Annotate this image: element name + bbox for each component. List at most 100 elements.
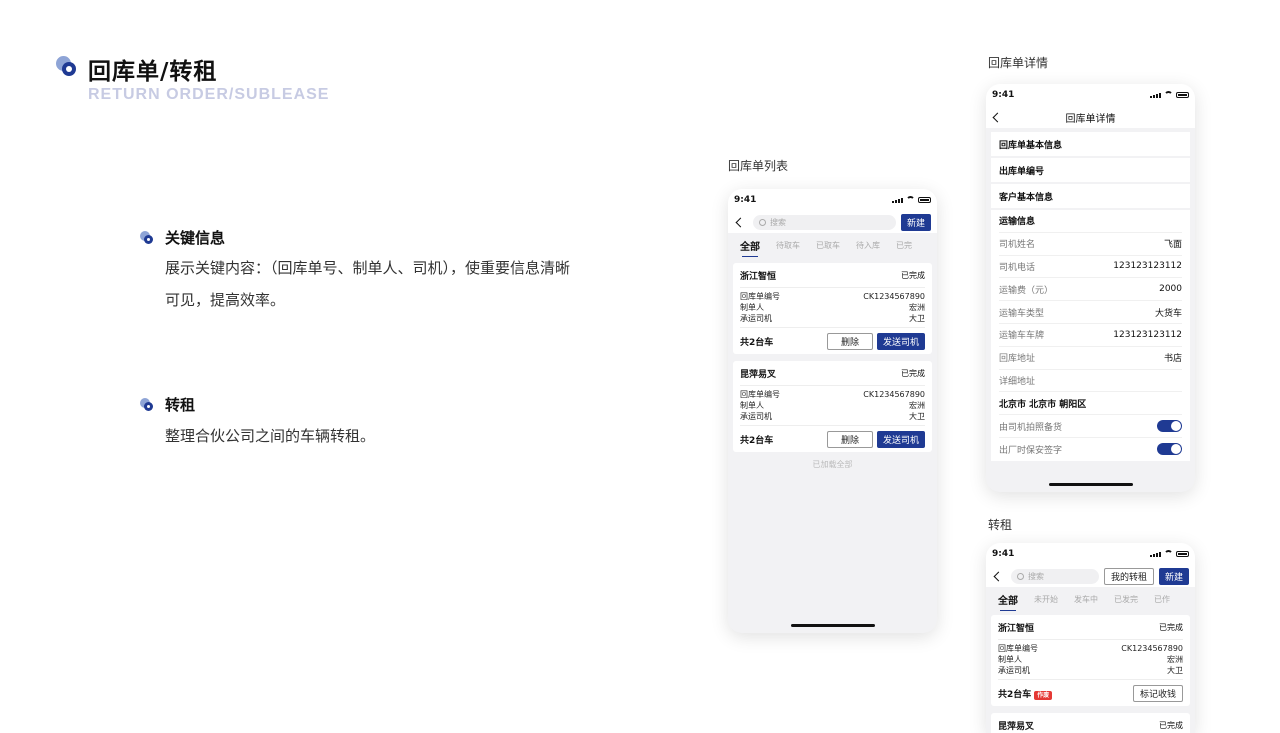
send-driver-button[interactable]: 发送司机 — [876, 430, 925, 448]
toggle-row: 由司机拍照备货 — [999, 415, 1182, 438]
toggle-row: 出厂时保安签字 — [999, 438, 1182, 461]
home-indicator[interactable] — [790, 624, 875, 627]
customer-name: 浙江智恒 — [998, 623, 1035, 634]
order-card[interactable]: 浙江智恒 已完成 回库单编号 CK1234567890 制单人 宏洲 承运司机 大卫 … — [733, 263, 932, 354]
field-row: 制单人 宏洲 — [998, 654, 1183, 665]
mark-paid-button[interactable]: 标记收钱 — [1132, 684, 1183, 702]
new-button[interactable]: 新建 — [1158, 567, 1189, 585]
field-label: 承运司机 — [740, 314, 772, 323]
vehicle-count-group: 共2台车 作废 — [998, 687, 1133, 700]
phone-sublease: 9:41 搜索 我的转租 新建 全部 未开始 发车中 已发完 已作 浙江智恒 已… — [986, 543, 1195, 733]
delete-button[interactable]: 删除 — [826, 430, 873, 448]
customer-name: 昆萍易叉 — [998, 721, 1035, 732]
phone-return-order-list: 9:41 搜索 新建 全部 待取车 已取车 待入库 已完 浙江智恒 已完成 回库… — [728, 189, 937, 633]
wifi-icon — [906, 196, 915, 203]
search-input[interactable]: 搜索 — [1011, 568, 1099, 584]
battery-icon — [1176, 92, 1189, 98]
my-sublease-button[interactable]: 我的转租 — [1103, 567, 1154, 585]
field-label: 运输费（元） — [999, 285, 1054, 296]
tab-voided[interactable]: 已作 — [1154, 594, 1170, 605]
section-text-line: 可见，提高效率。 — [165, 291, 286, 309]
signal-icon — [892, 198, 903, 203]
address-row[interactable]: 北京市 北京市 朝阳区 — [999, 392, 1182, 416]
sublease-card[interactable]: 昆萍易叉 已完成 — [991, 713, 1190, 733]
field-value: CK1234567890 — [863, 390, 925, 399]
field-value: 飞面 — [1163, 240, 1182, 251]
status-bar: 9:41 — [986, 84, 1195, 106]
section-text-line: 展示关键内容：（回库单号、制单人、司机），使重要信息清晰 — [165, 259, 571, 277]
field-value: 书店 — [1163, 354, 1182, 365]
section-basic-info[interactable]: 回库单基本信息 — [991, 132, 1190, 156]
field-label: 司机姓名 — [999, 240, 1036, 251]
field-label: 回库单编号 — [740, 292, 780, 301]
back-icon[interactable] — [735, 217, 746, 227]
status-badge: 已完成 — [1159, 720, 1183, 730]
new-button[interactable]: 新建 — [900, 213, 931, 231]
section-customer-info[interactable]: 客户基本信息 — [991, 184, 1190, 208]
toggle-label: 由司机拍照备货 — [999, 422, 1063, 433]
signal-icon — [1150, 552, 1161, 557]
tab-all[interactable]: 全部 — [998, 592, 1018, 611]
status-tabs: 全部 未开始 发车中 已发完 已作 — [986, 587, 1195, 611]
field-value: 宏洲 — [909, 303, 925, 312]
section-text-line: 整理合伙公司之间的车辆转租。 — [165, 427, 376, 445]
back-icon[interactable] — [992, 112, 1003, 123]
nav-bar: 回库单详情 — [986, 106, 1195, 128]
field-value: 大卫 — [909, 412, 925, 421]
vehicle-count: 共2台车 — [740, 435, 774, 446]
tab-to-pickup[interactable]: 待取车 — [776, 240, 800, 251]
customer-name: 浙江智恒 — [740, 271, 777, 282]
tab-dispatched[interactable]: 已发完 — [1114, 594, 1138, 605]
status-time: 9:41 — [734, 195, 757, 205]
field-label: 制单人 — [740, 303, 764, 312]
section-outbound-number[interactable]: 出库单编号 — [991, 158, 1190, 182]
field-row: 制单人 宏洲 — [740, 302, 925, 313]
section-text-key-info: 展示关键内容：（回库单号、制单人、司机），使重要信息清晰 可见，提高效率。 — [165, 252, 625, 316]
status-bar: 9:41 — [728, 189, 937, 211]
tab-picked-up[interactable]: 已取车 — [816, 240, 840, 251]
title-logo-icon — [56, 56, 78, 78]
detail-row: 运输费（元） 2000 — [999, 278, 1182, 302]
field-label: 承运司机 — [998, 666, 1030, 675]
status-badge: 已完成 — [901, 270, 925, 280]
tab-dispatching[interactable]: 发车中 — [1074, 594, 1098, 605]
field-label: 运输车类型 — [999, 308, 1045, 319]
search-icon — [1017, 572, 1024, 580]
battery-icon — [918, 197, 931, 203]
tab-all[interactable]: 全部 — [740, 238, 760, 257]
field-value: 宏洲 — [1167, 655, 1183, 664]
detail-row: 回库地址 书店 — [999, 347, 1182, 370]
search-placeholder: 搜索 — [770, 217, 786, 227]
page-subtitle: RETURN ORDER/SUBLEASE — [88, 86, 330, 103]
order-card[interactable]: 昆萍易叉 已完成 回库单编号 CK1234567890 制单人 宏洲 承运司机 大卫 … — [733, 361, 932, 452]
search-input[interactable]: 搜索 — [753, 214, 896, 230]
search-placeholder: 搜索 — [1028, 571, 1044, 581]
field-label: 详细地址 — [999, 376, 1036, 387]
field-value: CK1234567890 — [1121, 644, 1183, 653]
field-label: 回库单编号 — [998, 644, 1038, 653]
photo-stock-toggle[interactable] — [1157, 420, 1182, 433]
field-label: 司机电话 — [999, 262, 1036, 273]
field-row: 承运司机 大卫 — [998, 665, 1183, 676]
system-icons — [892, 196, 931, 203]
field-label: 回库单编号 — [740, 390, 780, 399]
field-row: 承运司机 大卫 — [740, 313, 925, 324]
field-value: 宏洲 — [909, 401, 925, 410]
section-title-sublease: 转租 — [165, 396, 196, 414]
back-icon[interactable] — [993, 571, 1004, 581]
delete-button[interactable]: 删除 — [826, 332, 873, 350]
transport-info-block: 运输信息 司机姓名 飞面 司机电话 123123123112 运输费（元） 2000 … — [991, 210, 1190, 461]
field-value: 123123123112 — [1113, 261, 1182, 272]
home-indicator[interactable] — [1048, 483, 1133, 486]
tab-not-started[interactable]: 未开始 — [1034, 594, 1058, 605]
signal-icon — [1150, 93, 1161, 98]
status-badge: 已完成 — [901, 368, 925, 378]
tab-done[interactable]: 已完 — [896, 240, 912, 251]
guard-sign-toggle[interactable] — [1157, 443, 1182, 456]
sublease-card[interactable]: 浙江智恒 已完成 回库单编号 CK1234567890 制单人 宏洲 承运司机 大卫 … — [991, 615, 1190, 706]
field-row: 回库单编号 CK1234567890 — [998, 643, 1183, 654]
field-label: 回库地址 — [999, 354, 1036, 365]
system-icons — [1150, 550, 1189, 557]
send-driver-button[interactable]: 发送司机 — [876, 332, 925, 350]
tab-to-store[interactable]: 待入库 — [856, 240, 880, 251]
